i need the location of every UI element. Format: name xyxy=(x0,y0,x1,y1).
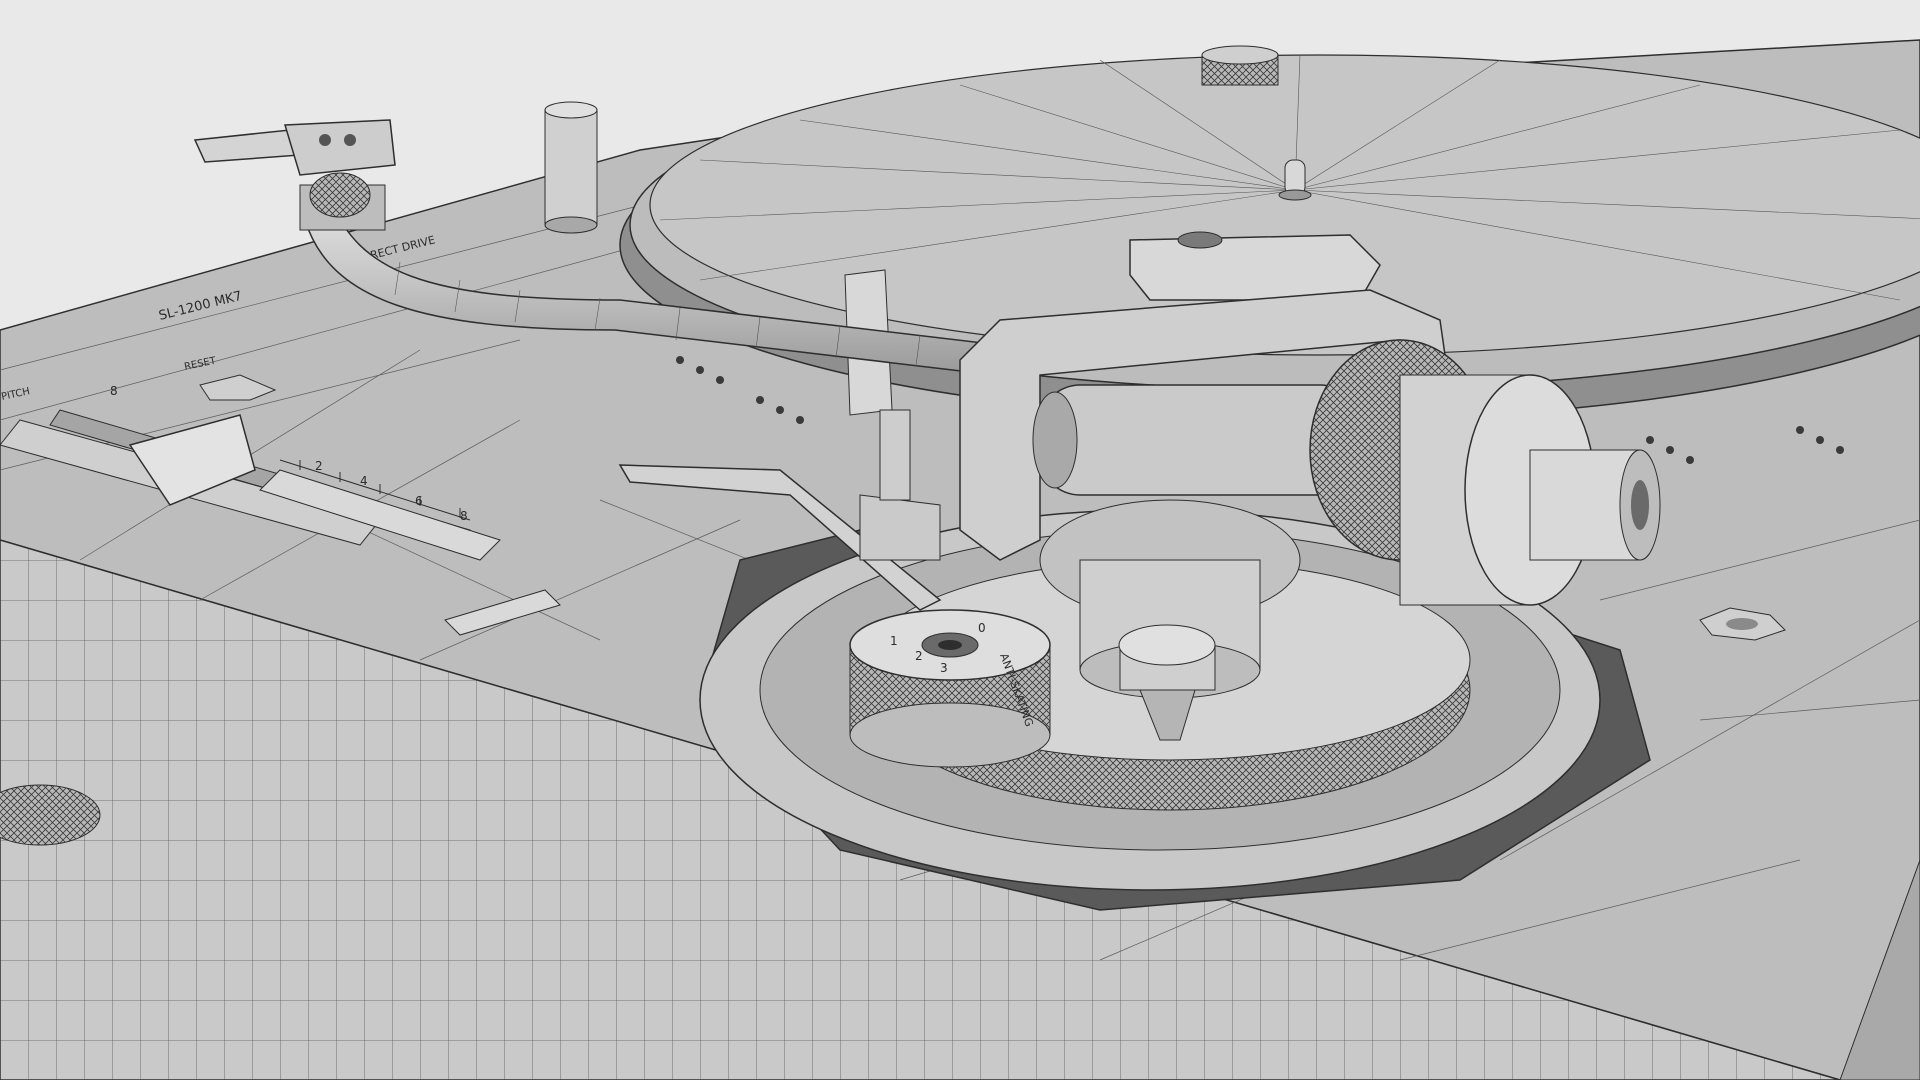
pitch-scale-3: 6 xyxy=(415,494,423,508)
anti-skating-num-2: 2 xyxy=(915,649,923,663)
pitch-scale-2: 4 xyxy=(360,474,368,488)
pitch-scale-4: 8 xyxy=(460,509,468,523)
anti-skating-dial[interactable]: ANTI-SKATING 1 2 3 0 xyxy=(849,609,1051,768)
pitch-scale-0: 8 xyxy=(110,384,118,398)
anti-skating-num-3: 3 xyxy=(940,661,948,675)
armrest-post xyxy=(544,101,598,234)
pitch-scale-1: 2 xyxy=(315,459,323,473)
turntable-wireframe-render: 8 2 4 6 8 RESET PITCH SL-1200 MK7 DIRECT… xyxy=(0,39,1920,1080)
adapter-knob xyxy=(1201,45,1279,86)
anti-skating-num-0: 0 xyxy=(978,621,986,635)
anti-skating-num-1: 1 xyxy=(890,634,898,648)
headshell[interactable] xyxy=(193,119,396,231)
